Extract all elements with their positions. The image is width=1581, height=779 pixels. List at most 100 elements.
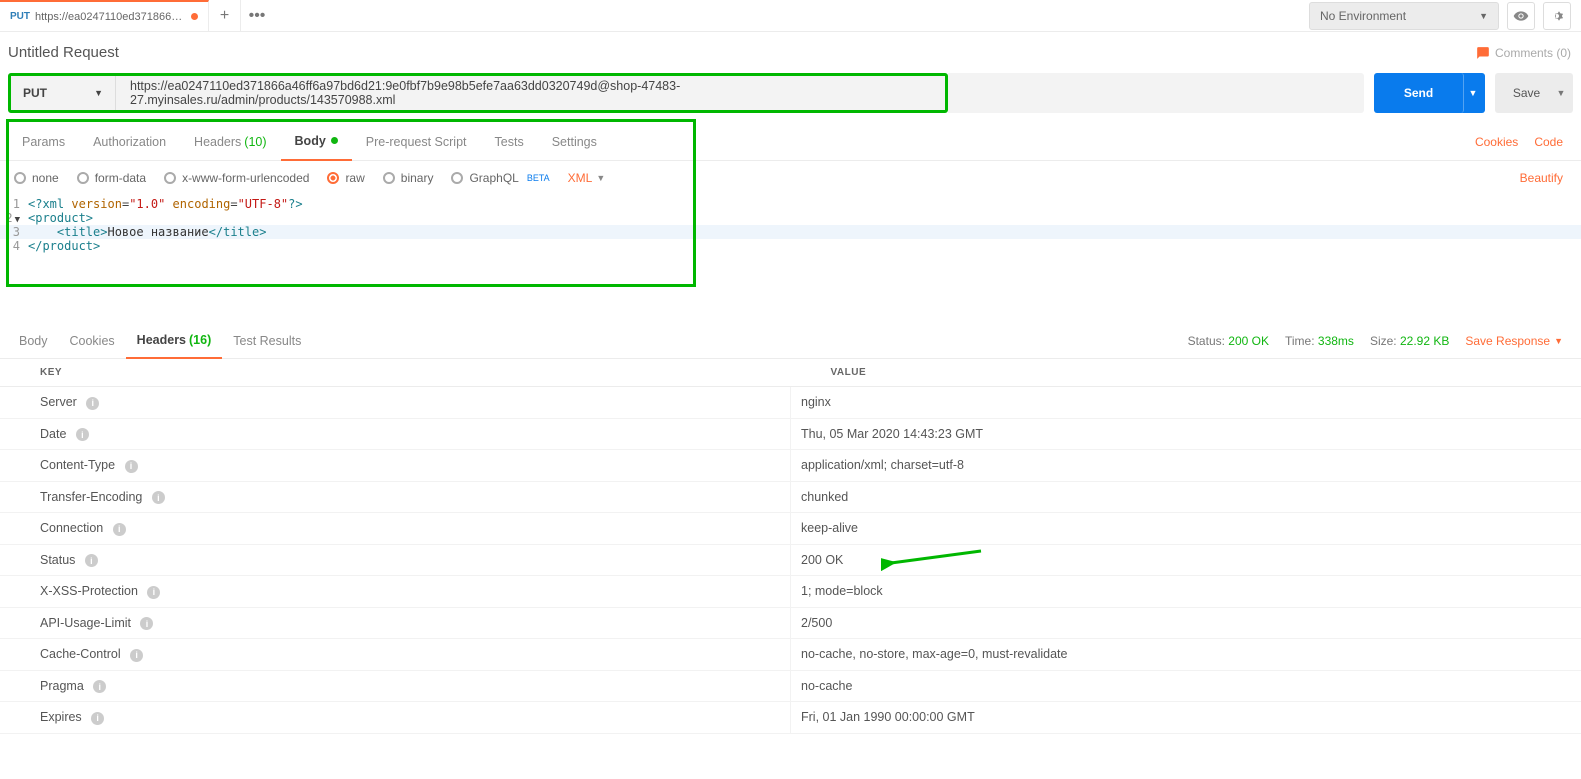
resp-tab-cookies[interactable]: Cookies (59, 323, 126, 359)
new-tab-button[interactable]: + (209, 0, 241, 32)
env-area: No Environment ▼ (1309, 2, 1581, 30)
save-group: Save ▼ (1495, 73, 1573, 113)
header-value: 200 OK (791, 544, 1581, 576)
resp-tab-tests[interactable]: Test Results (222, 323, 312, 359)
header-value: keep-alive (791, 513, 1581, 545)
header-key: X-XSS-Protection i (0, 576, 791, 608)
save-response-button[interactable]: Save Response ▼ (1465, 334, 1563, 348)
save-dropdown[interactable]: ▼ (1549, 73, 1573, 113)
header-key: Date i (0, 418, 791, 450)
table-row: X-XSS-Protection i1; mode=block (0, 576, 1581, 608)
tab-method: PUT (10, 11, 30, 22)
body-format-select[interactable]: XML ▼ (568, 171, 606, 185)
header-value: Fri, 01 Jan 1990 00:00:00 GMT (791, 702, 1581, 734)
info-icon: i (113, 523, 126, 536)
unsaved-dot-icon (191, 13, 198, 20)
settings-button[interactable] (1543, 2, 1571, 30)
table-row: Pragma ino-cache (0, 670, 1581, 702)
response-headers-table: KEY VALUE Server inginxDate iThu, 05 Mar… (0, 359, 1581, 734)
tab-body[interactable]: Body (281, 123, 352, 161)
beautify-button[interactable]: Beautify (1520, 171, 1567, 185)
beta-badge: BETA (527, 173, 550, 183)
req-tabs: Params Authorization Headers (10) Body P… (0, 123, 1581, 161)
comments-button[interactable]: Comments (0) (1476, 46, 1571, 60)
status-label: Status: 200 OK (1188, 334, 1269, 348)
tab-headers[interactable]: Headers (10) (180, 123, 280, 161)
tab-settings[interactable]: Settings (538, 123, 611, 161)
header-key: Status i (0, 544, 791, 576)
more-tabs-button[interactable]: ••• (241, 0, 273, 32)
radio-icon (451, 172, 463, 184)
info-icon: i (125, 460, 138, 473)
header-key: Connection i (0, 513, 791, 545)
table-row: Cache-Control ino-cache, no-store, max-a… (0, 639, 1581, 671)
radio-icon (327, 172, 339, 184)
environment-quicklook-button[interactable] (1507, 2, 1535, 30)
req-section: Params Authorization Headers (10) Body P… (0, 123, 1581, 293)
code-editor[interactable]: 1<?xml version="1.0" encoding="UTF-8"?> … (0, 195, 1581, 293)
table-row: Expires iFri, 01 Jan 1990 00:00:00 GMT (0, 702, 1581, 734)
method-label: PUT (23, 86, 47, 100)
header-value: 1; mode=block (791, 576, 1581, 608)
body-graphql[interactable]: GraphQLBETA (451, 171, 549, 185)
chevron-down-icon: ▼ (596, 173, 605, 183)
request-title[interactable]: Untitled Request (8, 44, 119, 61)
response-tabs: Body Cookies Headers (16) Test Results S… (0, 323, 1581, 359)
header-value: no-cache (791, 670, 1581, 702)
cookies-link[interactable]: Cookies (1475, 135, 1518, 149)
header-value: no-cache, no-store, max-age=0, must-reva… (791, 639, 1581, 671)
col-key: KEY (0, 359, 791, 387)
method-select[interactable]: PUT ▼ (11, 76, 116, 110)
resp-tab-headers[interactable]: Headers (16) (126, 323, 223, 359)
radio-icon (77, 172, 89, 184)
info-icon: i (76, 428, 89, 441)
environment-select[interactable]: No Environment ▼ (1309, 2, 1499, 30)
body-xwww[interactable]: x-www-form-urlencoded (164, 171, 309, 185)
code-link[interactable]: Code (1534, 135, 1563, 149)
send-button[interactable]: Send (1374, 73, 1464, 113)
title-row: Untitled Request Comments (0) (0, 32, 1581, 73)
radio-icon (383, 172, 395, 184)
response-meta: Status: 200 OK Time: 338ms Size: 22.92 K… (1188, 334, 1573, 348)
header-key: Expires i (0, 702, 791, 734)
info-icon: i (130, 649, 143, 662)
gear-icon (1549, 8, 1565, 24)
tabs-container: PUT https://ea0247110ed371866a4... + ••• (0, 0, 1309, 32)
tab-tests[interactable]: Tests (481, 123, 538, 161)
chevron-down-icon: ▼ (94, 88, 103, 98)
header-value: application/xml; charset=utf-8 (791, 450, 1581, 482)
body-options: none form-data x-www-form-urlencoded raw… (0, 161, 1581, 195)
dot-icon (331, 137, 338, 144)
table-row: Server inginx (0, 387, 1581, 419)
size-label: Size: 22.92 KB (1370, 334, 1449, 348)
tab-url: https://ea0247110ed371866a4... (35, 11, 185, 23)
info-icon: i (152, 491, 165, 504)
tab-prerequest[interactable]: Pre-request Script (352, 123, 481, 161)
body-binary[interactable]: binary (383, 171, 434, 185)
comments-label: Comments (0) (1495, 46, 1571, 60)
col-value: VALUE (791, 359, 1581, 387)
send-dropdown[interactable]: ▼ (1461, 73, 1485, 113)
tab-params[interactable]: Params (8, 123, 79, 161)
url-input[interactable]: https://ea0247110ed371866a46ff6a97bd6d21… (116, 76, 945, 110)
resp-tab-body[interactable]: Body (8, 323, 59, 359)
body-raw[interactable]: raw (327, 171, 364, 185)
header-key: Content-Type i (0, 450, 791, 482)
info-icon: i (91, 712, 104, 725)
url-extend (948, 73, 1364, 113)
info-icon: i (93, 680, 106, 693)
request-tab[interactable]: PUT https://ea0247110ed371866a4... (0, 0, 209, 32)
header-key: API-Usage-Limit i (0, 607, 791, 639)
info-icon: i (85, 554, 98, 567)
top-bar: PUT https://ea0247110ed371866a4... + •••… (0, 0, 1581, 32)
send-group: Send ▼ (1374, 73, 1485, 113)
table-row: Status i200 OK (0, 544, 1581, 576)
header-value: 2/500 (791, 607, 1581, 639)
tab-authorization[interactable]: Authorization (79, 123, 180, 161)
radio-icon (14, 172, 26, 184)
method-url-wrap: PUT ▼ https://ea0247110ed371866a46ff6a97… (8, 73, 948, 113)
comment-icon (1476, 46, 1490, 60)
header-key: Pragma i (0, 670, 791, 702)
body-formdata[interactable]: form-data (77, 171, 146, 185)
body-none[interactable]: none (14, 171, 59, 185)
